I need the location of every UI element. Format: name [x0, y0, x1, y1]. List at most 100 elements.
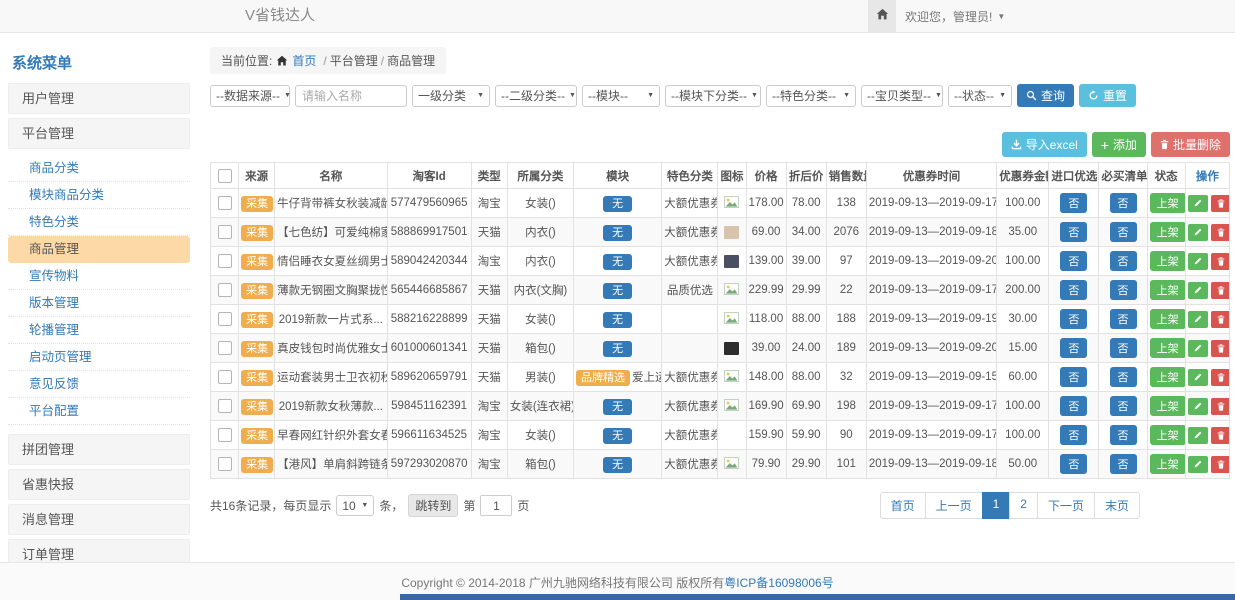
- must-buy-toggle[interactable]: 否: [1110, 425, 1137, 445]
- sidebar-item-platform-management[interactable]: 平台管理: [8, 118, 190, 149]
- name-input[interactable]: [295, 85, 407, 107]
- import-excel-button[interactable]: 导入excel: [1002, 132, 1087, 157]
- sidebar-item-platform-config[interactable]: 平台配置: [8, 398, 190, 425]
- delete-button[interactable]: [1211, 195, 1230, 212]
- import-optimal-toggle[interactable]: 否: [1060, 251, 1087, 271]
- status-button[interactable]: 上架: [1150, 251, 1186, 271]
- page-number-input[interactable]: [480, 495, 512, 516]
- row-checkbox[interactable]: [218, 196, 232, 210]
- import-optimal-toggle[interactable]: 否: [1060, 222, 1087, 242]
- page-button[interactable]: 上一页: [925, 492, 983, 519]
- sidebar-item-splash-page-management[interactable]: 启动页管理: [8, 344, 190, 371]
- sidebar-item-message-management[interactable]: 消息管理: [8, 504, 190, 535]
- sidebar-item-feature-category[interactable]: 特色分类: [8, 209, 190, 236]
- level2-category-select[interactable]: --二级分类--▼: [495, 85, 577, 107]
- delete-button[interactable]: [1211, 282, 1230, 299]
- sidebar-item-order-management[interactable]: 订单管理: [8, 539, 190, 562]
- must-buy-toggle[interactable]: 否: [1110, 367, 1137, 387]
- edit-button[interactable]: [1188, 398, 1208, 415]
- must-buy-toggle[interactable]: 否: [1110, 280, 1137, 300]
- per-page-select[interactable]: 10 ▼: [336, 495, 374, 516]
- sidebar-item-feedback[interactable]: 意见反馈: [8, 371, 190, 398]
- import-optimal-toggle[interactable]: 否: [1060, 396, 1087, 416]
- import-optimal-toggle[interactable]: 否: [1060, 367, 1087, 387]
- sidebar-item-goods-category[interactable]: 商品分类: [8, 155, 190, 182]
- icp-link[interactable]: 粤ICP备16098006号: [724, 574, 833, 591]
- row-checkbox[interactable]: [218, 370, 232, 384]
- must-buy-toggle[interactable]: 否: [1110, 251, 1137, 271]
- import-optimal-toggle[interactable]: 否: [1060, 425, 1087, 445]
- page-button[interactable]: 下一页: [1037, 492, 1095, 519]
- home-button[interactable]: [868, 0, 896, 32]
- user-menu[interactable]: 欢迎您，管理员! ▼: [905, 0, 1005, 32]
- status-button[interactable]: 上架: [1150, 367, 1186, 387]
- sidebar-item-module-goods-category[interactable]: 模块商品分类: [8, 182, 190, 209]
- level1-category-select[interactable]: 一级分类▼: [412, 85, 490, 107]
- status-button[interactable]: 上架: [1150, 338, 1186, 358]
- row-checkbox[interactable]: [218, 399, 232, 413]
- edit-button[interactable]: [1188, 311, 1208, 328]
- edit-button[interactable]: [1188, 282, 1208, 299]
- edit-button[interactable]: [1188, 456, 1208, 473]
- must-buy-toggle[interactable]: 否: [1110, 454, 1137, 474]
- row-checkbox[interactable]: [218, 457, 232, 471]
- delete-button[interactable]: [1211, 456, 1230, 473]
- batch-delete-button[interactable]: 批量删除: [1151, 132, 1230, 157]
- must-buy-toggle[interactable]: 否: [1110, 309, 1137, 329]
- delete-button[interactable]: [1211, 427, 1230, 444]
- row-checkbox[interactable]: [218, 254, 232, 268]
- edit-button[interactable]: [1188, 369, 1208, 386]
- reset-button[interactable]: 重置: [1079, 84, 1136, 107]
- row-checkbox[interactable]: [218, 312, 232, 326]
- jump-button[interactable]: 跳转到: [408, 494, 458, 517]
- feature-category-select[interactable]: --特色分类--▼: [766, 85, 856, 107]
- edit-button[interactable]: [1188, 224, 1208, 241]
- row-checkbox[interactable]: [218, 341, 232, 355]
- status-button[interactable]: 上架: [1150, 280, 1186, 300]
- sidebar-item-carousel-management[interactable]: 轮播管理: [8, 317, 190, 344]
- sidebar-item-group-buy-management[interactable]: 拼团管理: [8, 434, 190, 465]
- import-optimal-toggle[interactable]: 否: [1060, 454, 1087, 474]
- page-button[interactable]: 首页: [880, 492, 926, 519]
- status-button[interactable]: 上架: [1150, 193, 1186, 213]
- search-button[interactable]: 查询: [1017, 84, 1074, 107]
- delete-button[interactable]: [1211, 311, 1230, 328]
- select-all-checkbox[interactable]: [218, 169, 232, 183]
- sidebar-item-user-management[interactable]: 用户管理: [8, 83, 190, 114]
- page-button-active[interactable]: 1: [982, 492, 1011, 519]
- must-buy-toggle[interactable]: 否: [1110, 396, 1137, 416]
- must-buy-toggle[interactable]: 否: [1110, 338, 1137, 358]
- import-optimal-toggle[interactable]: 否: [1060, 193, 1087, 213]
- status-select[interactable]: --状态--▼: [948, 85, 1012, 107]
- row-checkbox[interactable]: [218, 283, 232, 297]
- item-type-select[interactable]: --宝贝类型--▼: [861, 85, 943, 107]
- delete-button[interactable]: [1211, 224, 1230, 241]
- page-button[interactable]: 2: [1009, 492, 1038, 519]
- delete-button[interactable]: [1211, 253, 1230, 270]
- status-button[interactable]: 上架: [1150, 309, 1186, 329]
- delete-button[interactable]: [1211, 340, 1230, 357]
- row-checkbox[interactable]: [218, 225, 232, 239]
- status-button[interactable]: 上架: [1150, 454, 1186, 474]
- edit-button[interactable]: [1188, 340, 1208, 357]
- status-button[interactable]: 上架: [1150, 222, 1186, 242]
- breadcrumb-home-link[interactable]: 首页: [292, 52, 316, 69]
- sidebar-item-promo-materials[interactable]: 宣传物料: [8, 263, 190, 290]
- must-buy-toggle[interactable]: 否: [1110, 222, 1137, 242]
- data-source-select[interactable]: --数据来源--▼: [210, 85, 290, 107]
- module-select[interactable]: --模块--▼: [582, 85, 660, 107]
- sidebar-item-saving-express[interactable]: 省惠快报: [8, 469, 190, 500]
- import-optimal-toggle[interactable]: 否: [1060, 280, 1087, 300]
- sidebar-item-goods-management[interactable]: 商品管理: [8, 236, 190, 263]
- page-button[interactable]: 末页: [1094, 492, 1140, 519]
- edit-button[interactable]: [1188, 253, 1208, 270]
- delete-button[interactable]: [1211, 398, 1230, 415]
- sidebar-item-version-management[interactable]: 版本管理: [8, 290, 190, 317]
- must-buy-toggle[interactable]: 否: [1110, 193, 1137, 213]
- status-button[interactable]: 上架: [1150, 396, 1186, 416]
- delete-button[interactable]: [1211, 369, 1230, 386]
- import-optimal-toggle[interactable]: 否: [1060, 338, 1087, 358]
- row-checkbox[interactable]: [218, 428, 232, 442]
- module-subcategory-select[interactable]: --模块下分类--▼: [665, 85, 761, 107]
- status-button[interactable]: 上架: [1150, 425, 1186, 445]
